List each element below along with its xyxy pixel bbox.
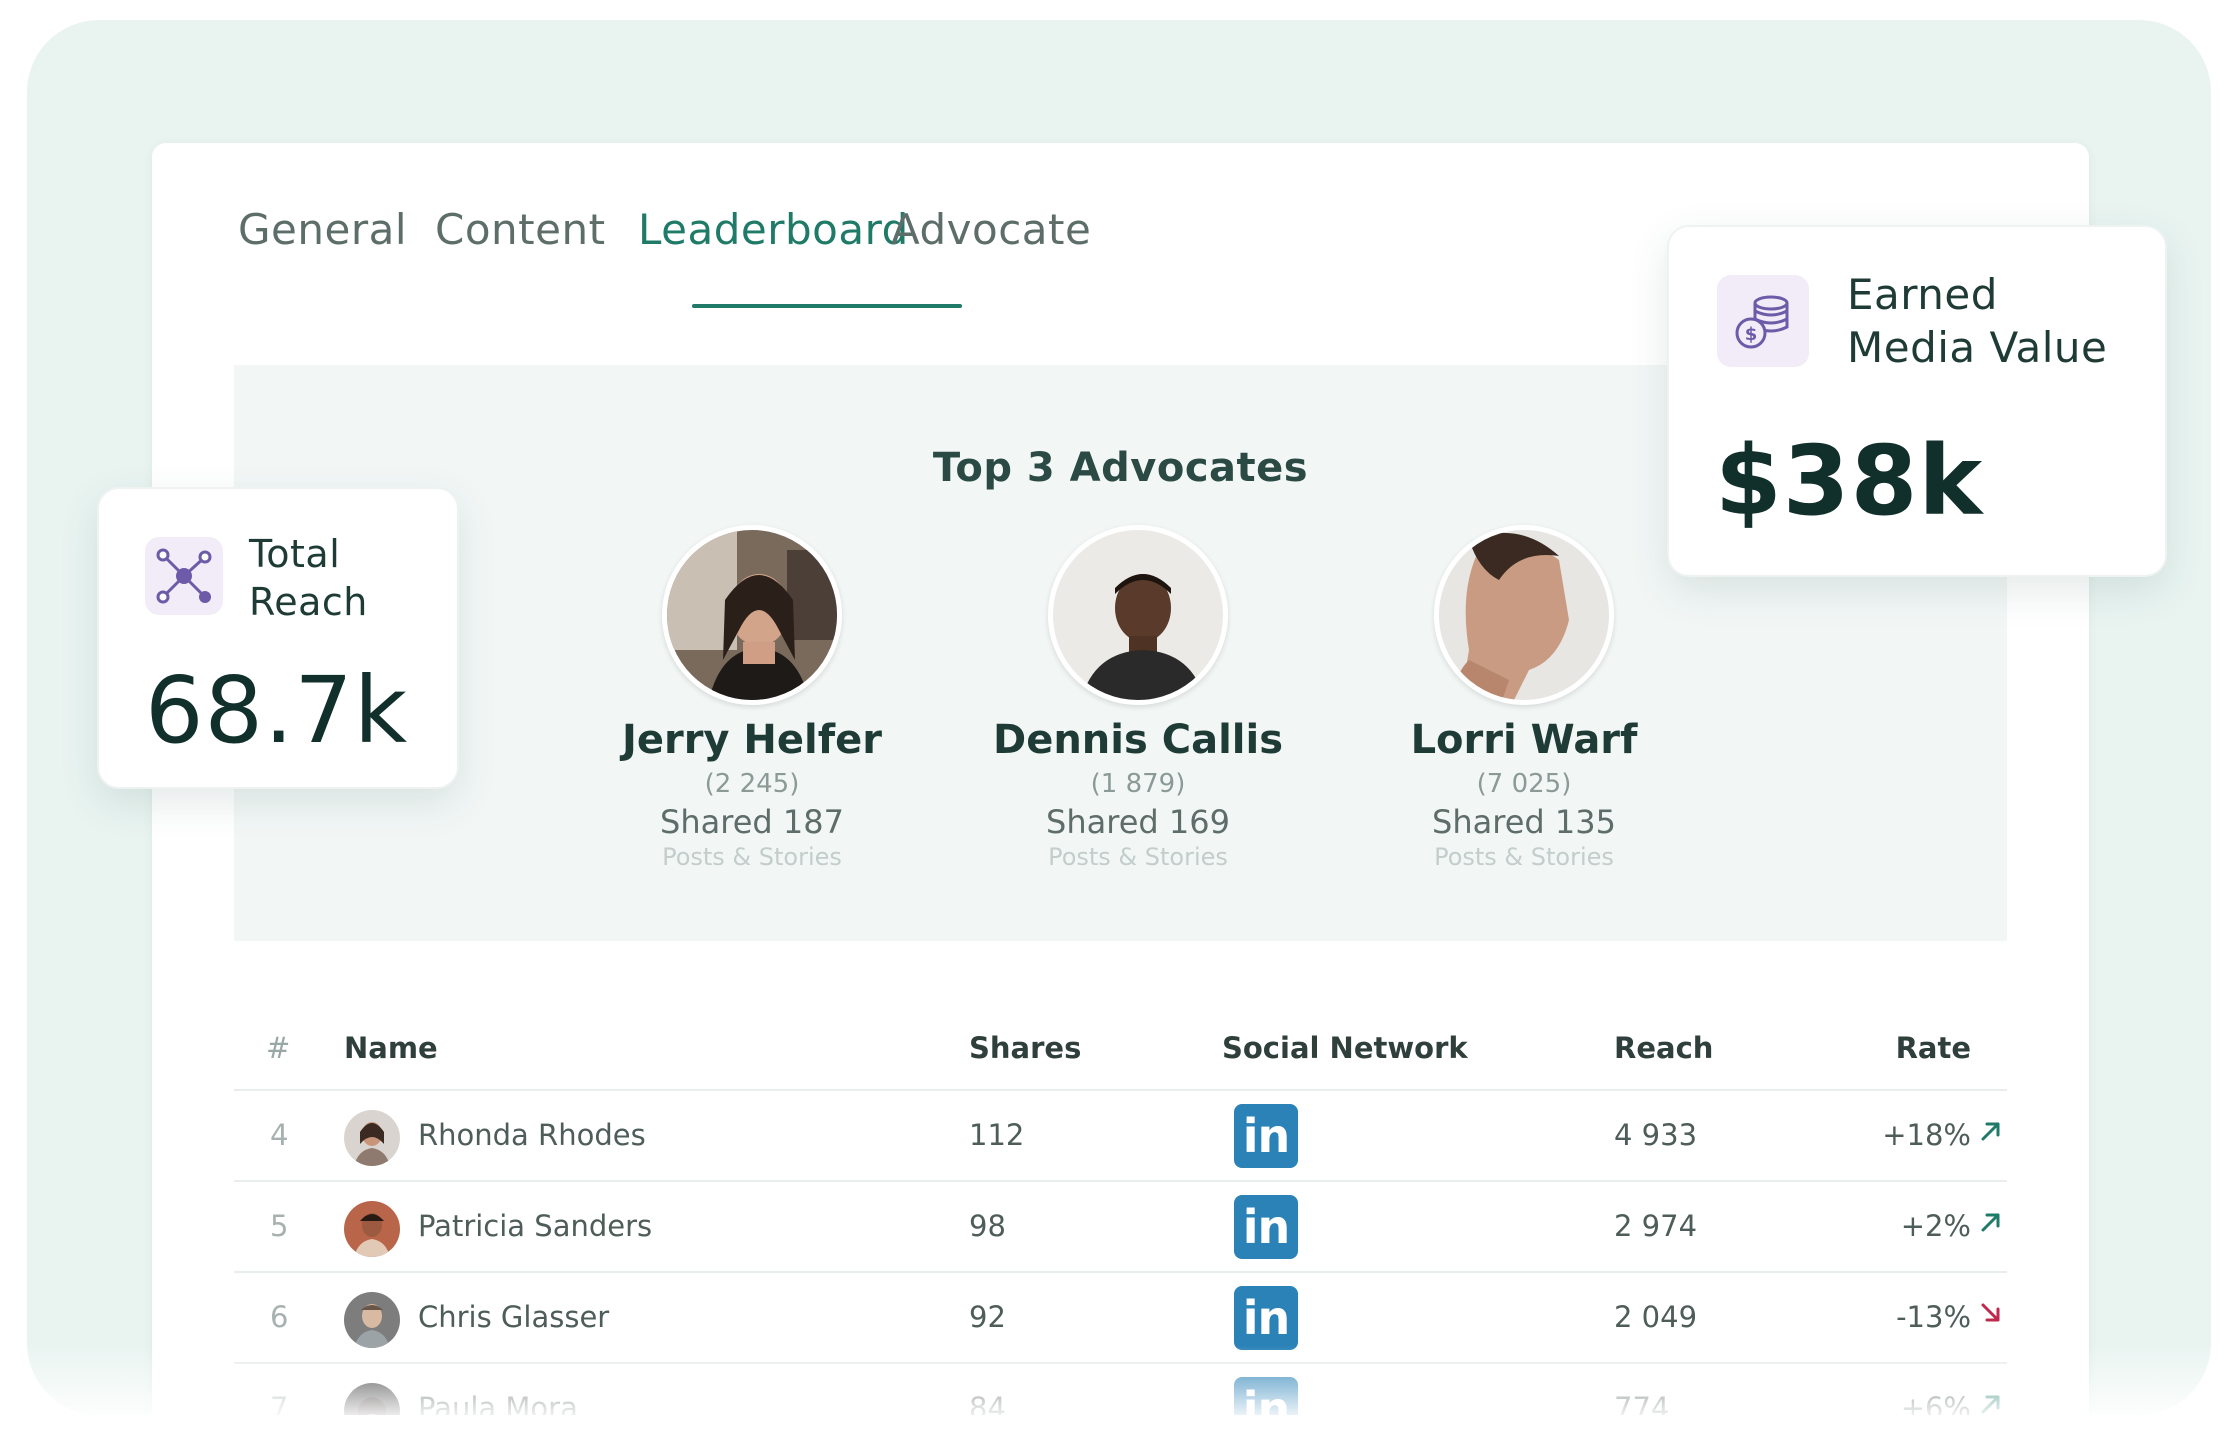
table-row[interactable]: 6 Chris Glasser 92 in 2 049 -13% bbox=[234, 1273, 2007, 1364]
top-advocate-card[interactable]: Lorri Warf (7 025) Shared 135 Posts & St… bbox=[1354, 525, 1694, 871]
top-advocate-card[interactable]: Jerry Helfer (2 245) Shared 187 Posts & … bbox=[582, 525, 922, 871]
advocate-posts-label: Posts & Stories bbox=[662, 843, 842, 871]
avatar bbox=[344, 1383, 400, 1415]
advocate-posts-label: Posts & Stories bbox=[1434, 843, 1614, 871]
label-line: Total bbox=[249, 532, 341, 576]
advocate-name: Jerry Helfer bbox=[621, 717, 883, 763]
row-rate: +18% bbox=[1882, 1118, 1971, 1152]
svg-text:$: $ bbox=[1745, 324, 1758, 345]
row-rate: +6% bbox=[1900, 1391, 1971, 1415]
table-header: # Name Shares Social Network Reach Rate bbox=[234, 1003, 2007, 1091]
row-rank: 5 bbox=[270, 1209, 289, 1243]
coins-dollar-icon: $ bbox=[1717, 275, 1809, 367]
tab-content[interactable]: Content bbox=[435, 205, 606, 254]
top-advocate-card[interactable]: Dennis Callis (1 879) Shared 169 Posts &… bbox=[968, 525, 1308, 871]
avatar bbox=[662, 525, 842, 705]
avatar bbox=[1434, 525, 1614, 705]
column-header-network[interactable]: Social Network bbox=[1222, 1031, 1468, 1065]
trend-down-icon bbox=[1981, 1303, 2000, 1322]
trend-up-icon bbox=[1981, 1213, 2000, 1232]
total-reach-label: Total Reach bbox=[249, 531, 368, 626]
row-reach: 774 bbox=[1614, 1391, 1670, 1415]
advocate-count: (2 245) bbox=[704, 769, 800, 799]
column-header-name[interactable]: Name bbox=[344, 1031, 438, 1065]
row-shares: 112 bbox=[969, 1118, 1025, 1152]
row-rate: +2% bbox=[1900, 1209, 1971, 1243]
column-header-reach[interactable]: Reach bbox=[1614, 1031, 1713, 1065]
table-row[interactable]: 7 Paula Mora 84 in 774 +6% bbox=[234, 1364, 2007, 1415]
advocate-count: (7 025) bbox=[1476, 769, 1572, 799]
row-reach: 2 974 bbox=[1614, 1209, 1698, 1243]
advocate-shared: Shared 135 bbox=[1432, 803, 1616, 841]
active-tab-indicator bbox=[692, 304, 962, 308]
trend-up-icon bbox=[1981, 1395, 2000, 1414]
tab-general[interactable]: General bbox=[238, 205, 407, 254]
leaderboard-table: # Name Shares Social Network Reach Rate … bbox=[234, 1003, 2007, 1415]
linkedin-icon[interactable]: in bbox=[1234, 1286, 1298, 1350]
row-name: Patricia Sanders bbox=[418, 1209, 653, 1243]
advocate-count: (1 879) bbox=[1090, 769, 1186, 799]
label-line: Earned bbox=[1847, 270, 1998, 319]
total-reach-card: Total Reach 68.7k bbox=[97, 487, 459, 789]
network-nodes-icon bbox=[145, 537, 223, 615]
table-row[interactable]: 5 Patricia Sanders 98 in 2 974 +2% bbox=[234, 1182, 2007, 1273]
avatar bbox=[344, 1110, 400, 1166]
linkedin-icon[interactable]: in bbox=[1234, 1104, 1298, 1168]
avatar bbox=[344, 1201, 400, 1257]
total-reach-value: 68.7k bbox=[145, 657, 409, 764]
table-row[interactable]: 4 Rhonda Rhodes 112 in 4 933 +18% bbox=[234, 1091, 2007, 1182]
row-rank: 4 bbox=[270, 1118, 289, 1152]
row-reach: 4 933 bbox=[1614, 1118, 1698, 1152]
advocate-name: Dennis Callis bbox=[992, 717, 1284, 763]
row-rank: 6 bbox=[270, 1300, 289, 1334]
row-reach: 2 049 bbox=[1614, 1300, 1698, 1334]
column-header-rank: # bbox=[266, 1031, 291, 1065]
column-header-rate[interactable]: Rate bbox=[1896, 1031, 1971, 1065]
advocate-shared: Shared 187 bbox=[660, 803, 844, 841]
row-name: Paula Mora bbox=[418, 1391, 578, 1415]
row-name: Rhonda Rhodes bbox=[418, 1118, 646, 1152]
earned-media-card: $ Earned Media Value $38k bbox=[1667, 225, 2167, 577]
earned-media-value: $38k bbox=[1715, 425, 1984, 537]
avatar bbox=[344, 1292, 400, 1348]
column-header-shares[interactable]: Shares bbox=[969, 1031, 1081, 1065]
trend-up-icon bbox=[1981, 1122, 2000, 1141]
row-shares: 98 bbox=[969, 1209, 1006, 1243]
label-line: Media Value bbox=[1847, 322, 2108, 372]
advocate-shared: Shared 169 bbox=[1046, 803, 1230, 841]
row-rate: -13% bbox=[1896, 1300, 1971, 1334]
row-shares: 84 bbox=[969, 1391, 1006, 1415]
linkedin-icon[interactable]: in bbox=[1234, 1195, 1298, 1259]
label-line: Reach bbox=[249, 579, 368, 624]
earned-media-label: Earned Media Value bbox=[1847, 269, 2107, 374]
linkedin-icon[interactable]: in bbox=[1234, 1377, 1298, 1415]
row-rank: 7 bbox=[270, 1391, 289, 1415]
tab-advocate[interactable]: Advocate bbox=[891, 205, 1091, 254]
row-shares: 92 bbox=[969, 1300, 1006, 1334]
row-name: Chris Glasser bbox=[418, 1300, 610, 1334]
advocate-name: Lorri Warf bbox=[1410, 717, 1638, 763]
avatar bbox=[1048, 525, 1228, 705]
tab-leaderboard[interactable]: Leaderboard bbox=[638, 205, 909, 254]
advocate-posts-label: Posts & Stories bbox=[1048, 843, 1228, 871]
